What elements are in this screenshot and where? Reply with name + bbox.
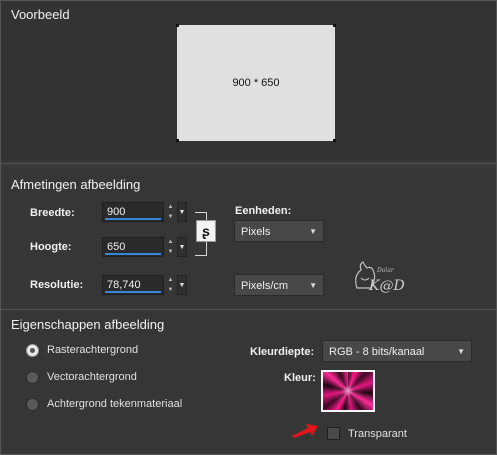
preview-heading: Voorbeeld [11,7,70,22]
height-value: 650 [107,241,126,253]
resolution-units-value: Pixels/cm [241,280,289,292]
color-depth-value: RGB - 8 bits/kanaal [329,346,425,358]
width-input[interactable]: 900 [102,202,164,222]
chain-link-icon: ʂ [202,223,210,239]
units-label: Eenheden: [235,205,292,217]
width-dropdown-button[interactable]: ▼ [177,202,187,222]
preview-corner-handle [333,139,336,142]
vector-background-label[interactable]: Vectorachtergrond [47,371,137,383]
material-background-label[interactable]: Achtergrond tekenmateriaal [47,398,182,410]
material-background-radio[interactable] [26,398,39,411]
transparent-checkbox[interactable] [327,427,340,440]
preview-corner-handle [176,24,179,27]
resolution-spinner[interactable]: ▲ ▼ [166,275,175,295]
width-value: 900 [107,206,126,218]
chevron-down-icon: ▼ [178,281,186,289]
spin-up-icon[interactable]: ▲ [168,204,174,210]
resolution-label: Resolutie: [30,279,84,291]
height-spinner[interactable]: ▲ ▼ [166,237,175,257]
logo-small-text: Dolar [376,267,395,274]
section-divider [1,163,496,164]
resolution-input[interactable]: 78,740 [102,275,164,295]
color-depth-label: Kleurdiepte: [250,346,315,358]
resolution-units-select[interactable]: Pixels/cm ▼ [234,274,324,296]
resolution-value: 78,740 [107,279,141,291]
spin-down-icon[interactable]: ▼ [168,249,174,255]
color-swatch[interactable] [321,370,375,412]
transparent-label[interactable]: Transparant [348,428,407,440]
height-label: Hoogte: [30,241,72,253]
color-label: Kleur: [284,372,316,384]
logo-text: K@D [368,278,405,294]
units-value: Pixels [241,226,271,238]
chevron-down-icon: ▼ [309,227,317,236]
width-label: Breedte: [30,207,75,219]
width-spinner[interactable]: ▲ ▼ [166,202,175,222]
vector-background-radio[interactable] [26,371,39,384]
raster-background-radio[interactable] [26,344,39,357]
preview-size-text: 900 * 650 [232,77,280,89]
aspect-lock-button[interactable]: ʂ [196,220,216,242]
chevron-down-icon: ▼ [178,243,186,251]
spin-down-icon[interactable]: ▼ [168,214,174,220]
spin-up-icon[interactable]: ▲ [168,239,174,245]
spin-up-icon[interactable]: ▲ [168,277,174,283]
raster-background-label[interactable]: Rasterachtergrond [47,344,138,356]
properties-heading: Eigenschappen afbeelding [11,317,165,332]
color-depth-select[interactable]: RGB - 8 bits/kanaal ▼ [322,340,472,362]
dimensions-heading: Afmetingen afbeelding [11,177,141,192]
preview-corner-handle [333,24,336,27]
chevron-down-icon: ▼ [178,208,186,216]
red-arrow-icon [292,424,318,438]
height-dropdown-button[interactable]: ▼ [177,237,187,257]
height-input[interactable]: 650 [102,237,164,257]
preview-canvas: 900 * 650 [177,25,335,141]
watermark-logo: K@D Dolar [355,261,405,294]
preview-corner-handle [176,139,179,142]
chevron-down-icon: ▼ [457,347,465,356]
spin-down-icon[interactable]: ▼ [168,287,174,293]
units-select[interactable]: Pixels ▼ [234,220,324,242]
resolution-dropdown-button[interactable]: ▼ [177,275,187,295]
chevron-down-icon: ▼ [309,281,317,290]
